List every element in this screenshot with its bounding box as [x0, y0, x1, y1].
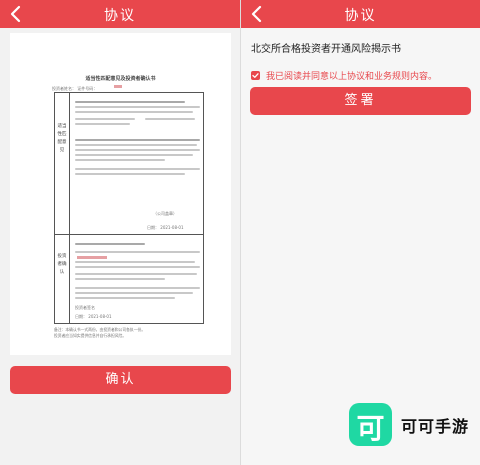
watermark-logo-icon: 可: [349, 403, 392, 446]
confirm-button[interactable]: 确认: [10, 366, 231, 394]
page-title: 协议: [104, 8, 136, 24]
document-heading: 适当性匹配意见及投资者确认书: [85, 76, 156, 82]
agreement-document-viewer[interactable]: 适当性匹配意见及投资者确认书 投资者姓名： 证件号码： 适当性匹配意见 投资者确…: [10, 33, 231, 355]
section-label-matching: 适当性匹配意见: [57, 124, 67, 153]
agree-text: 我已阅读并同意以上协议和业务规则内容。: [266, 72, 438, 82]
sign-button[interactable]: 签署: [250, 87, 471, 115]
document-footnote-2: 投资者应当如实提供信息并自行承担风险。: [54, 333, 127, 338]
section-label-confirm: 投资者确认: [57, 254, 67, 275]
watermark: 可 可可手游: [349, 403, 469, 446]
document-table: 适当性匹配意见 投资者确认 （公司盖章） 日期： 2021-08-01 投资者签…: [54, 92, 204, 324]
risk-notice-link[interactable]: 北交所合格投资者开通风险揭示书: [251, 40, 401, 55]
watermark-brand-name: 可可手游: [401, 416, 470, 436]
redacted-field: [114, 85, 122, 88]
table-row-matching: [55, 93, 203, 235]
right-nav-bar: 协议: [241, 0, 480, 28]
signature-label: 投资者签名: [75, 305, 95, 310]
left-screen: 协议 适当性匹配意见及投资者确认书 投资者姓名： 证件号码： 适当性匹配意见 投…: [0, 0, 240, 465]
confirm-date: 日期： 2021-08-01: [75, 314, 112, 319]
left-nav-bar: 协议: [0, 0, 240, 28]
right-screen: 协议 北交所合格投资者开通风险揭示书 我已阅读并同意以上协议和业务规则内容。 签…: [241, 0, 480, 465]
checkbox-checked-icon[interactable]: [251, 71, 260, 80]
agree-checkbox-row[interactable]: 我已阅读并同意以上协议和业务规则内容。: [251, 69, 437, 82]
page-title: 协议: [344, 8, 377, 24]
company-stamp-label: （公司盖章）: [153, 211, 177, 216]
matching-date: 日期： 2021-08-01: [147, 225, 184, 230]
